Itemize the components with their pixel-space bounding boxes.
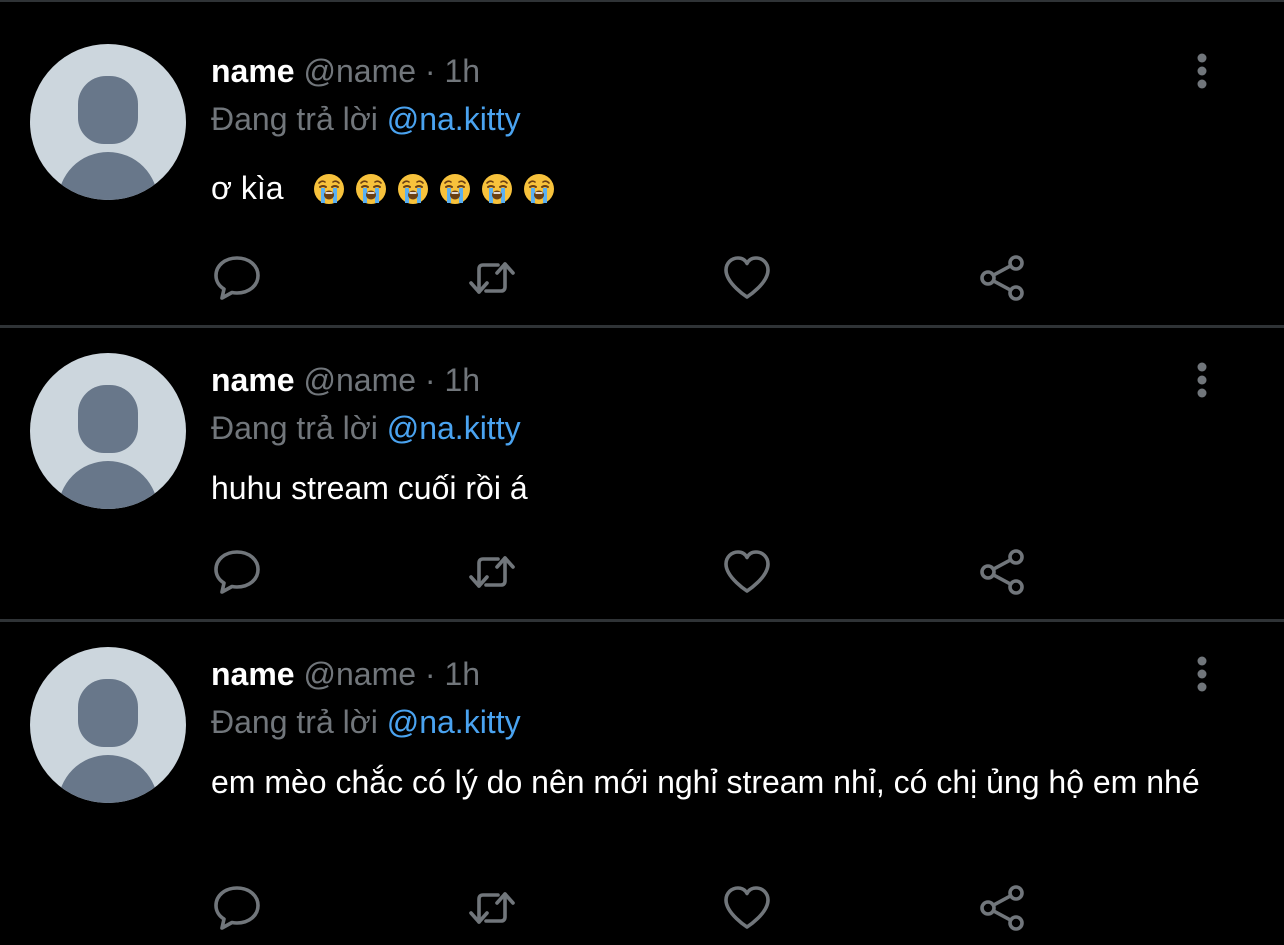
avatar-head [78, 385, 138, 453]
tweet-item[interactable]: name @name · 1h Đang trả lời @na.kitty h… [0, 328, 1284, 620]
tweet-item[interactable]: name @name · 1h Đang trả lời @na.kitty e… [0, 622, 1284, 945]
more-options-button[interactable] [1182, 654, 1222, 694]
avatar-shoulders [58, 461, 158, 509]
avatar[interactable] [30, 44, 186, 200]
replying-to-label: Đang trả lời [211, 410, 378, 446]
share-icon [980, 255, 1024, 301]
vertical-dots-icon [1197, 53, 1207, 89]
avatar[interactable] [30, 353, 186, 509]
display-name[interactable]: name [211, 53, 295, 89]
display-name[interactable]: name [211, 362, 295, 398]
separator-dot: · [424, 362, 436, 398]
separator-dot: · [424, 53, 436, 89]
vertical-dots-icon [1197, 656, 1207, 692]
vertical-dots-icon [1197, 362, 1207, 398]
retweet-button[interactable] [466, 546, 518, 598]
like-button[interactable] [721, 882, 773, 934]
retweet-icon [469, 556, 515, 588]
like-button[interactable] [721, 546, 773, 598]
avatar-head [78, 76, 138, 144]
speech-bubble-icon [214, 886, 260, 930]
user-handle[interactable]: @name [303, 53, 416, 89]
user-handle[interactable]: @name [303, 362, 416, 398]
separator-dot: · [424, 656, 436, 692]
share-icon [980, 885, 1024, 931]
tweet-header: name @name · 1h [211, 654, 480, 694]
loudly-crying-face-emoji [482, 174, 513, 204]
tweet-text: huhu stream cuối rồi á [211, 470, 528, 506]
retweet-icon [469, 262, 515, 294]
tweet-item[interactable]: name @name · 1h Đang trả lời @na.kitty ơ… [0, 2, 1284, 326]
avatar-shoulders [58, 152, 158, 200]
share-button[interactable] [976, 882, 1028, 934]
tweet-text-content: ơ kìa [211, 170, 284, 206]
reply-button[interactable] [211, 882, 263, 934]
loudly-crying-face-emoji [356, 174, 387, 204]
loudly-crying-face-emoji [314, 174, 345, 204]
loudly-crying-face-emoji [524, 174, 555, 204]
replying-to-label: Đang trả lời [211, 101, 378, 137]
retweet-button[interactable] [466, 882, 518, 934]
retweet-icon [469, 892, 515, 924]
loudly-crying-face-emoji [440, 174, 471, 204]
avatar-shoulders [58, 755, 158, 803]
more-options-button[interactable] [1182, 51, 1222, 91]
reply-button[interactable] [211, 252, 263, 304]
tweet-header: name @name · 1h [211, 360, 480, 400]
replying-to: Đang trả lời @na.kitty [211, 408, 521, 448]
share-icon [980, 549, 1024, 595]
speech-bubble-icon [214, 256, 260, 300]
replying-to: Đang trả lời @na.kitty [211, 702, 521, 742]
mention-link[interactable]: @na.kitty [387, 704, 521, 740]
mention-link[interactable]: @na.kitty [387, 410, 521, 446]
action-bar [211, 882, 1041, 932]
speech-bubble-icon [214, 550, 260, 594]
reply-feed: name @name · 1h Đang trả lời @na.kitty ơ… [0, 0, 1284, 945]
share-button[interactable] [976, 252, 1028, 304]
user-handle[interactable]: @name [303, 656, 416, 692]
tweet-text: em mèo chắc có lý do nên mới nghỉ stream… [211, 764, 1200, 800]
display-name[interactable]: name [211, 656, 295, 692]
replying-to: Đang trả lời @na.kitty [211, 99, 521, 139]
timestamp[interactable]: 1h [444, 362, 480, 398]
retweet-button[interactable] [466, 252, 518, 304]
timestamp[interactable]: 1h [444, 53, 480, 89]
more-options-button[interactable] [1182, 360, 1222, 400]
avatar-head [78, 679, 138, 747]
tweet-header: name @name · 1h [211, 51, 480, 91]
share-button[interactable] [976, 546, 1028, 598]
heart-icon [724, 256, 770, 299]
avatar[interactable] [30, 647, 186, 803]
loudly-crying-face-emoji [398, 174, 429, 204]
heart-icon [724, 550, 770, 593]
reply-button[interactable] [211, 546, 263, 598]
replying-to-label: Đang trả lời [211, 704, 378, 740]
heart-icon [724, 886, 770, 929]
emoji-row [313, 170, 565, 206]
tweet-text: ơ kìa [211, 166, 1221, 210]
action-bar [211, 252, 1041, 302]
action-bar [211, 546, 1041, 596]
like-button[interactable] [721, 252, 773, 304]
timestamp[interactable]: 1h [444, 656, 480, 692]
mention-link[interactable]: @na.kitty [387, 101, 521, 137]
